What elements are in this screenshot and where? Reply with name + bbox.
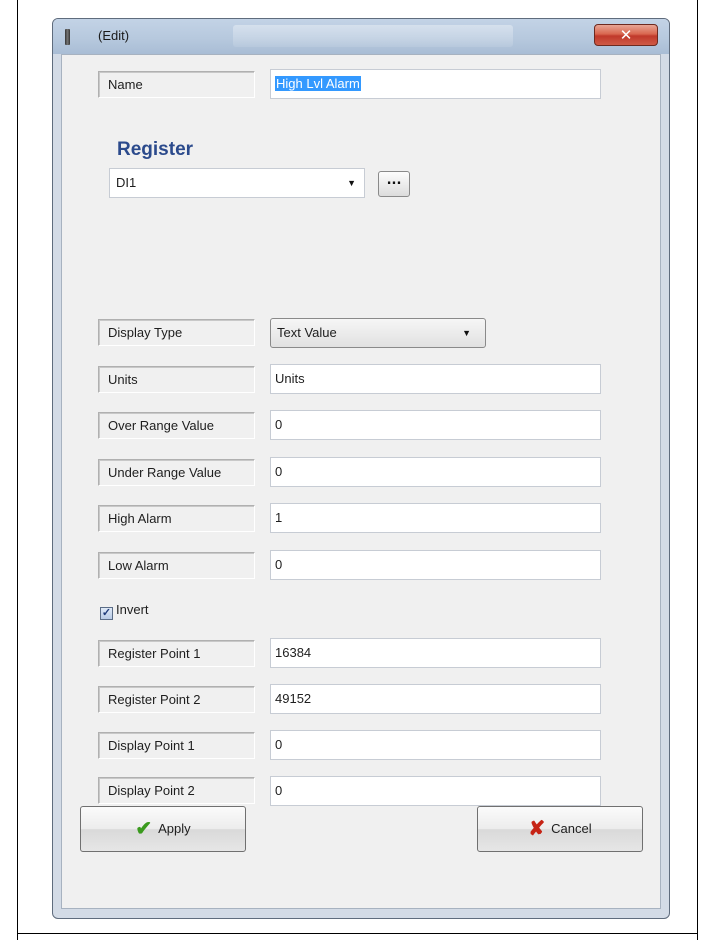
close-icon: ✕	[619, 26, 633, 44]
name-label: Name	[98, 71, 255, 98]
high-alarm-field[interactable]: 1	[270, 503, 601, 533]
display-point-2-field[interactable]: 0	[270, 776, 601, 806]
name-field[interactable]: High Lvl Alarm	[270, 69, 601, 99]
display-type-label: Display Type	[98, 319, 255, 346]
page-frame-left	[17, 0, 18, 940]
apply-label: Apply	[158, 821, 191, 836]
register-point-2-label: Register Point 2	[98, 686, 255, 713]
cancel-label: Cancel	[551, 821, 592, 836]
low-alarm-label: Low Alarm	[98, 552, 255, 579]
display-type-selected: Text Value	[277, 325, 337, 340]
dialog-body: Name High Lvl Alarm Register DI1 ▼ ... D…	[61, 54, 661, 909]
register-point-2-field[interactable]: 49152	[270, 684, 601, 714]
display-point-2-label: Display Point 2	[98, 777, 255, 804]
cancel-button[interactable]: ✘ Cancel	[477, 806, 643, 852]
chevron-down-icon: ▼	[462, 328, 471, 338]
register-selected: DI1	[116, 175, 137, 190]
under-range-field[interactable]: 0	[270, 457, 601, 487]
checkbox-checked-icon[interactable]: ✓	[100, 607, 113, 620]
register-dropdown[interactable]: DI1 ▼	[109, 168, 365, 198]
page-frame-right	[697, 0, 698, 940]
display-point-1-field[interactable]: 0	[270, 730, 601, 760]
window-title: (Edit)	[98, 28, 130, 43]
invert-checkbox[interactable]: ✓ Invert	[100, 602, 149, 620]
under-range-label: Under Range Value	[98, 459, 255, 486]
high-alarm-label: High Alarm	[98, 505, 255, 532]
edit-dialog: (Edit) ✕ Name High Lvl Alarm Register DI…	[52, 18, 670, 919]
invert-label: Invert	[116, 602, 149, 617]
over-range-field[interactable]: 0	[270, 410, 601, 440]
app-icon	[65, 29, 70, 45]
title-bar-glare	[233, 25, 513, 47]
title-bar[interactable]: (Edit) ✕	[53, 19, 669, 54]
low-alarm-field[interactable]: 0	[270, 550, 601, 580]
register-point-1-label: Register Point 1	[98, 640, 255, 667]
chevron-down-icon: ▼	[347, 178, 356, 188]
cancel-x-icon: ✘	[528, 818, 546, 840]
name-value: High Lvl Alarm	[275, 76, 361, 91]
checkmark-icon: ✔	[135, 818, 153, 840]
units-field[interactable]: Units	[270, 364, 601, 394]
register-heading: Register	[117, 139, 194, 160]
register-point-1-field[interactable]: 16384	[270, 638, 601, 668]
page-frame-bottom	[17, 933, 698, 934]
apply-button[interactable]: ✔ Apply	[80, 806, 246, 852]
register-browse-button[interactable]: ...	[378, 171, 410, 197]
close-button[interactable]: ✕	[594, 24, 658, 46]
display-type-dropdown[interactable]: Text Value ▼	[270, 318, 486, 348]
units-label: Units	[98, 366, 255, 393]
over-range-label: Over Range Value	[98, 412, 255, 439]
display-point-1-label: Display Point 1	[98, 732, 255, 759]
